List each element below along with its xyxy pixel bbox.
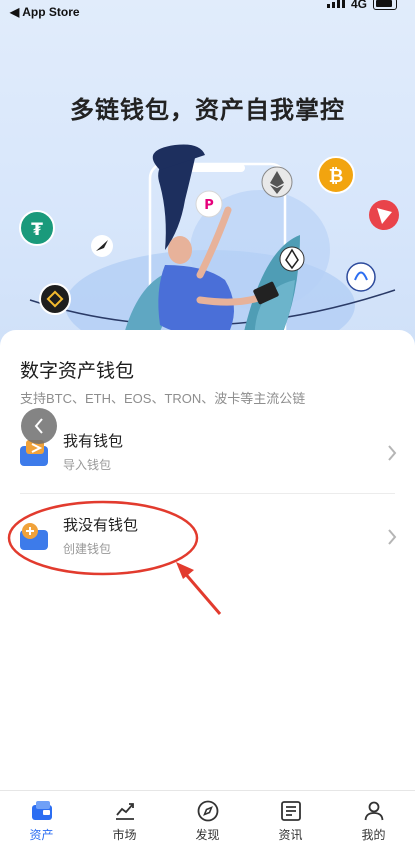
- tab-label: 资产: [29, 828, 54, 842]
- user-icon: [364, 801, 383, 821]
- option-sublabel: 导入钱包: [63, 458, 112, 472]
- polkadot-coin-icon: P: [195, 190, 223, 218]
- chart-icon: [115, 803, 134, 820]
- tab-discover[interactable]: 发现: [166, 791, 249, 844]
- tab-assets[interactable]: 资产: [0, 791, 83, 844]
- svg-text:₮: ₮: [31, 220, 43, 240]
- back-arrow-icon: ◀: [10, 5, 20, 19]
- tab-bar: 资产 市场 发现 资讯 我的: [0, 790, 415, 844]
- tab-label: 发现: [195, 828, 220, 842]
- option-label: 我有钱包: [63, 432, 124, 450]
- tab-label: 我的: [361, 828, 386, 842]
- hero-illustration: ₿ P ₮: [19, 144, 399, 360]
- signal-icon: [326, 0, 345, 11]
- wallet-sheet: 数字资产钱包 支持BTC、ETH、EOS、TRON、波卡等主流公链 我有钱包 导…: [0, 330, 415, 790]
- network-type: 4G: [350, 0, 367, 11]
- status-indicators: 4G: [326, 0, 397, 11]
- create-wallet-option[interactable]: 我没有钱包 创建钱包: [0, 498, 415, 578]
- binance-coin-icon: [39, 283, 71, 315]
- tab-label: 资讯: [278, 828, 303, 842]
- eos-coin-icon: [279, 246, 305, 272]
- hero-banner: ◀ App Store 4G 多链钱包，资产自我掌控 ₿ P ₮: [0, 0, 415, 360]
- back-button[interactable]: [21, 408, 57, 444]
- option-sublabel: 创建钱包: [63, 542, 112, 556]
- chevron-right-icon: [388, 445, 397, 461]
- back-app-label: App Store: [22, 5, 80, 19]
- svg-text:P: P: [204, 198, 214, 213]
- wallet-icon: [31, 801, 52, 820]
- import-wallet-option[interactable]: 我有钱包 导入钱包: [0, 414, 415, 494]
- wallet-create-icon: [20, 523, 48, 550]
- svg-text:₿: ₿: [329, 166, 344, 187]
- tab-market[interactable]: 市场: [83, 791, 166, 844]
- ethereum-coin-icon: [261, 166, 293, 198]
- chevron-right-icon: [388, 529, 397, 545]
- battery-icon: [373, 0, 397, 10]
- tab-label: 市场: [112, 828, 137, 842]
- option-label: 我没有钱包: [63, 516, 139, 534]
- steem-coin-icon: [346, 262, 376, 292]
- tron-coin-icon: [369, 200, 399, 230]
- status-bar: ◀ App Store 4G: [0, 0, 415, 26]
- tether-coin-icon: ₮: [19, 210, 55, 246]
- compass-icon: [197, 800, 218, 822]
- sheet-title: 数字资产钱包: [20, 360, 135, 382]
- tab-profile[interactable]: 我的: [332, 791, 415, 844]
- chevron-left-icon: [34, 418, 43, 434]
- news-icon: [280, 801, 301, 821]
- option-divider: [20, 493, 395, 494]
- arrow-coin-icon: [91, 235, 113, 257]
- bitcoin-coin-icon: ₿: [317, 156, 355, 194]
- tab-news[interactable]: 资讯: [249, 791, 332, 844]
- hero-title: 多链钱包，资产自我掌控: [70, 96, 345, 124]
- back-to-app-store[interactable]: ◀ App Store: [10, 5, 80, 19]
- sheet-subtitle: 支持BTC、ETH、EOS、TRON、波卡等主流公链: [20, 391, 306, 406]
